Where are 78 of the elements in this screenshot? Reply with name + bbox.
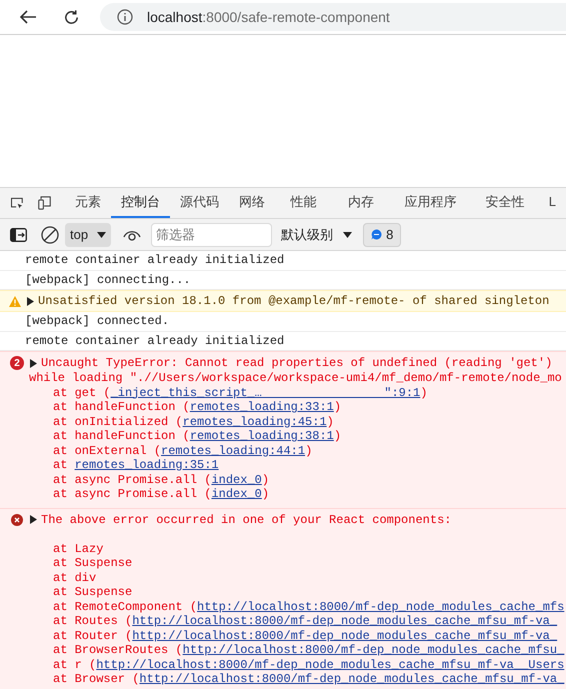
- expand-icon[interactable]: [30, 515, 37, 524]
- source-link[interactable]: http://localhost:8000/mf-dep_node_modules_cache_mfs: [197, 600, 564, 614]
- stack-text: at Router (: [53, 628, 132, 643]
- panel-tab[interactable]: 内存: [332, 188, 390, 218]
- error-message: Uncaught TypeError: Cannot read properties of undefined (reading 'get'): [41, 355, 552, 372]
- filter-field[interactable]: 筛选器: [151, 222, 272, 246]
- caret-icon: [97, 232, 106, 238]
- error-message: The above error occurred in one of your React components:: [41, 512, 452, 528]
- source-link[interactable]: remotes_loading:33:1: [190, 400, 334, 414]
- message-icon: [371, 229, 382, 240]
- error-message: while loading ".//Users/workspace/workspace-umi4/mf_demo/mf-remote/node_mo: [28, 371, 563, 386]
- stack-text: at async Promise.all (: [53, 472, 212, 487]
- panel-tab[interactable]: 性能: [274, 188, 332, 218]
- sidebar-toggle-icon[interactable]: [10, 228, 27, 242]
- stack-text: at async Promise.all (: [53, 487, 212, 502]
- stack-text: at r (: [53, 658, 96, 672]
- stack-text: at handleFunction (: [53, 400, 190, 414]
- panel-tab[interactable]: 源代码: [170, 188, 229, 218]
- warning-message: Unsatisfied version 18.1.0 from @example/mf-remote- of shared singleton: [38, 293, 550, 310]
- stack-text: at Routes (: [53, 614, 132, 628]
- source-link[interactable]: http://localhost:8000/mf-dep_node_modules_cache_mfsu_mf-va_: [132, 614, 558, 628]
- stack-text: at onExternal (: [53, 444, 162, 458]
- log-message: [webpack] connected.: [25, 313, 170, 330]
- source-link[interactable]: http://localhost:8000/mf-dep_node_modules_cache_mfsu_mf-va_: [132, 628, 558, 643]
- expand-icon[interactable]: [30, 358, 37, 368]
- stack-text: at RemoteComponent (: [53, 600, 198, 614]
- stack-text: ): [334, 429, 342, 444]
- url-text: localhost:8000/safe-remote-component: [147, 8, 390, 27]
- stack-text: ): [326, 414, 334, 429]
- stack-text: at div: [53, 570, 96, 585]
- expand-icon[interactable]: [27, 296, 34, 306]
- reload-icon[interactable]: [63, 8, 80, 26]
- caret-icon: [343, 232, 352, 238]
- panel-tab[interactable]: 网络: [228, 188, 275, 218]
- stack-text: ): [262, 487, 270, 502]
- panel-tab[interactable]: 安全性: [470, 188, 539, 218]
- stack-text: at Suspense: [53, 585, 132, 600]
- stack-text: at handleFunction (: [53, 429, 190, 444]
- panel-tab[interactable]: L: [538, 188, 566, 218]
- source-link[interactable]: http://localhost:8000/mf-dep_node_modules_cache_mfsu_mf-va__Users: [96, 658, 564, 672]
- log-message: [webpack] connecting...: [25, 272, 191, 289]
- clear-icon[interactable]: [41, 226, 59, 244]
- device-icon[interactable]: [38, 194, 51, 212]
- stack-text: at BrowserRoutes (: [53, 643, 183, 658]
- stack-text: ): [305, 444, 312, 458]
- source-link[interactable]: index_0: [211, 487, 262, 502]
- stack-text: at Lazy: [53, 542, 104, 556]
- stack-text: at Suspense: [53, 556, 132, 570]
- stack-text: at Browser (: [53, 672, 140, 686]
- source-link[interactable]: http://localhost:8000/mf-dep_node_modules_cache_mfsu_: [182, 643, 564, 658]
- message-count-button[interactable]: 8: [363, 222, 402, 246]
- stack-text: at: [53, 458, 68, 472]
- source-link[interactable]: remotes_loading:35:1: [74, 458, 219, 472]
- back-icon[interactable]: [19, 9, 37, 25]
- stack-text: at onInitialized (: [53, 414, 183, 429]
- log-message: remote container already initialized: [25, 252, 284, 270]
- panel-tab[interactable]: 应用程序: [390, 188, 471, 218]
- error-count-badge: 2: [10, 356, 24, 370]
- source-link[interactable]: remotes_loading:38:1: [190, 429, 334, 444]
- stack-text: at get (: [53, 386, 111, 400]
- stack-text: ): [420, 386, 428, 400]
- source-link[interactable]: http://localhost:8000/mf-dep_node_modules_cache_mfsu_mf-va_: [139, 672, 564, 686]
- inspect-icon[interactable]: [10, 195, 24, 211]
- info-icon: [117, 9, 133, 25]
- panel-tab[interactable]: 元素: [64, 188, 111, 218]
- level-dropdown[interactable]: 默认级别: [281, 224, 352, 244]
- eye-icon[interactable]: [123, 228, 142, 240]
- stack-text: ): [262, 472, 270, 487]
- context-dropdown[interactable]: top: [65, 222, 112, 246]
- source-link[interactable]: remotes_loading:45:1: [182, 414, 327, 429]
- source-link[interactable]: remotes_loading:44:1: [161, 444, 306, 458]
- log-message: remote container already initialized: [25, 332, 284, 350]
- address-bar[interactable]: localhost:8000/safe-remote-component: [100, 3, 566, 31]
- source-link[interactable]: index_0: [211, 472, 262, 487]
- source-link[interactable]: _inject_this_script_… ":9:1: [110, 386, 420, 400]
- stack-text: ): [334, 400, 342, 414]
- warning-icon: [9, 296, 21, 306]
- error-icon: [11, 514, 23, 526]
